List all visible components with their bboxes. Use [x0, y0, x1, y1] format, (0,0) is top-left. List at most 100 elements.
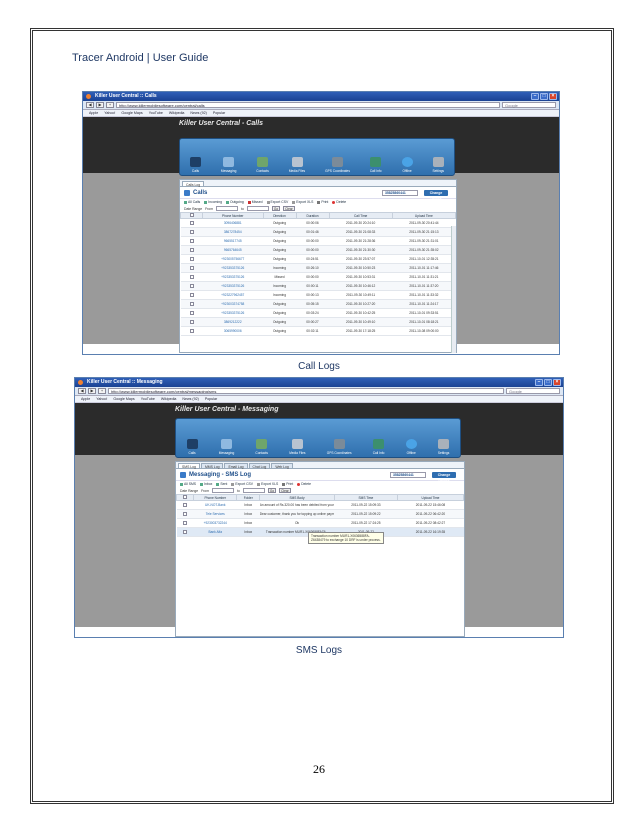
row-checkbox[interactable]: [183, 529, 188, 534]
search-input[interactable]: Google: [502, 102, 556, 108]
minimize-icon[interactable]: –: [535, 379, 543, 386]
filter-missed[interactable]: Missed: [247, 200, 263, 204]
calls-url-field[interactable]: http://www.killermobilesoftware.com/cent…: [116, 102, 500, 108]
table-row[interactable]: 9665764645 Outgoing 00:00:00 2011-09-30 21:…: [180, 245, 456, 255]
toolbar-contacts[interactable]: Contacts: [256, 157, 269, 173]
toolbar-call-info[interactable]: Call Info: [370, 157, 382, 173]
tab-web-log[interactable]: Web Log: [271, 463, 293, 469]
row-checkbox[interactable]: [183, 511, 188, 516]
clear-button[interactable]: Clear: [283, 206, 295, 211]
bookmark-item[interactable]: Wikipedia: [161, 397, 177, 401]
row-checkbox-cell[interactable]: [176, 500, 194, 510]
row-checkbox-cell[interactable]: [180, 227, 203, 237]
bookmark-item[interactable]: Google Maps: [121, 111, 142, 115]
bookmark-item[interactable]: Popular: [213, 111, 225, 115]
bookmark-item[interactable]: Popular: [205, 397, 217, 401]
from-date-input[interactable]: [212, 488, 235, 493]
row-checkbox-cell[interactable]: [180, 272, 203, 282]
row-checkbox[interactable]: [189, 220, 194, 225]
filter-all-calls[interactable]: All Calls: [184, 200, 200, 204]
bookmark-item[interactable]: YouTube: [149, 111, 163, 115]
search-input[interactable]: Google: [506, 388, 560, 394]
row-checkbox-cell[interactable]: [176, 527, 194, 537]
forward-arrow-icon[interactable]: ▶: [96, 102, 104, 108]
row-checkbox-cell[interactable]: [180, 245, 203, 255]
row-checkbox-cell[interactable]: [180, 326, 203, 336]
sms-url-field[interactable]: http://www.killermobilesoftware.com/cent…: [108, 388, 504, 394]
row-checkbox-cell[interactable]: [176, 509, 194, 519]
toolbar-gps[interactable]: GPS Coordinates: [325, 157, 350, 173]
tab-calls-log[interactable]: Calls Log: [182, 181, 205, 187]
row-checkbox[interactable]: [189, 310, 194, 315]
change-device-button[interactable]: Change Device: [424, 190, 448, 201]
row-checkbox[interactable]: [189, 265, 194, 270]
filter-incoming[interactable]: Incoming: [204, 200, 222, 204]
table-row[interactable]: +923227962457 Incoming 00:00:13 2011-09-30 …: [180, 290, 456, 300]
toolbar-call-info[interactable]: Call Info: [373, 439, 384, 455]
table-row[interactable]: UK-NOT-Bank Inbox An amount of Rs.320.00 h…: [176, 500, 464, 510]
delete-button[interactable]: Delete: [332, 200, 346, 204]
bookmark-item[interactable]: Google Maps: [113, 397, 134, 401]
table-row[interactable]: 9665517745 Outgoing 00:00:00 2011-09-30 21:…: [180, 236, 456, 246]
table-row[interactable]: +923353375126 Outgoing 00:03:24 2011-09-30 …: [180, 308, 456, 318]
row-checkbox[interactable]: [189, 238, 194, 243]
print-button[interactable]: Print: [282, 482, 293, 486]
row-checkbox[interactable]: [189, 319, 194, 324]
export-xls[interactable]: Export XLS: [292, 200, 313, 204]
row-checkbox-cell[interactable]: [176, 518, 194, 528]
toolbar-contacts[interactable]: Contacts: [255, 439, 268, 455]
table-row[interactable]: +923005756677 Outgoing 00:24:51 2011-09-30 …: [180, 254, 456, 264]
bookmark-item[interactable]: News (92): [182, 397, 198, 401]
delete-button[interactable]: Delete: [297, 482, 311, 486]
row-checkbox-cell[interactable]: [180, 299, 203, 309]
row-checkbox-cell[interactable]: [180, 290, 203, 300]
table-row[interactable]: 3869212222 Outgoing 00:00:27 2011-09-30 10:…: [180, 317, 456, 327]
calls-scrollbar[interactable]: [451, 226, 456, 353]
bookmark-item[interactable]: News (92): [190, 111, 206, 115]
row-checkbox[interactable]: [189, 274, 194, 279]
row-checkbox-cell[interactable]: [180, 218, 203, 228]
back-arrow-icon[interactable]: ◀: [78, 388, 86, 394]
toolbar-offline[interactable]: Offline: [401, 157, 413, 173]
toolbar-gps[interactable]: GPS Coordinates: [327, 439, 352, 455]
row-checkbox-cell[interactable]: [180, 317, 203, 327]
close-icon[interactable]: ×: [553, 379, 561, 386]
maximize-icon[interactable]: □: [540, 93, 548, 100]
row-checkbox-cell[interactable]: [180, 254, 203, 264]
row-checkbox[interactable]: [189, 256, 194, 261]
row-checkbox[interactable]: [183, 520, 188, 525]
row-checkbox-cell[interactable]: [180, 263, 203, 273]
bookmark-item[interactable]: Apple: [89, 111, 98, 115]
print-button[interactable]: Print: [317, 200, 328, 204]
filter-inbox[interactable]: Inbox: [200, 482, 212, 486]
from-date-input[interactable]: [216, 206, 239, 211]
bookmark-item[interactable]: Apple: [81, 397, 90, 401]
export-csv[interactable]: Export CSV: [266, 200, 288, 204]
toolbar-settings[interactable]: Settings: [438, 439, 449, 455]
export-xls[interactable]: Export XLS: [257, 482, 278, 486]
toolbar-media[interactable]: Media Files: [289, 439, 306, 455]
toolbar-messaging[interactable]: Messaging: [219, 439, 234, 455]
filter-outgoing[interactable]: Outgoing: [226, 200, 244, 204]
device-select[interactable]: 35825860441: [382, 190, 418, 196]
table-row[interactable]: Tele Services Inbox Dear customer, thank y…: [176, 509, 464, 519]
toolbar-calls[interactable]: Calls: [186, 439, 198, 455]
row-checkbox[interactable]: [189, 301, 194, 306]
toolbar-calls[interactable]: Calls: [189, 157, 201, 173]
go-button[interactable]: Go: [267, 488, 277, 493]
filter-sent[interactable]: Sent: [216, 482, 227, 486]
to-date-input[interactable]: [246, 206, 269, 211]
row-checkbox[interactable]: [189, 328, 194, 333]
bookmark-item[interactable]: Yahoo!: [104, 111, 115, 115]
select-all-checkbox[interactable]: [189, 213, 194, 217]
table-row[interactable]: 3096406881 Outgoing 00:00:06 2011-09-30 20:…: [180, 218, 456, 228]
toolbar-settings[interactable]: Settings: [432, 157, 444, 173]
back-arrow-icon[interactable]: ◀: [86, 102, 94, 108]
forward-arrow-icon[interactable]: ▶: [88, 388, 96, 394]
export-csv[interactable]: Export CSV: [231, 482, 253, 486]
go-button[interactable]: Go: [271, 206, 281, 211]
bookmark-item[interactable]: Yahoo!: [96, 397, 107, 401]
row-checkbox-cell[interactable]: [180, 281, 203, 291]
row-checkbox-cell[interactable]: [180, 308, 203, 318]
minimize-icon[interactable]: –: [531, 93, 539, 100]
